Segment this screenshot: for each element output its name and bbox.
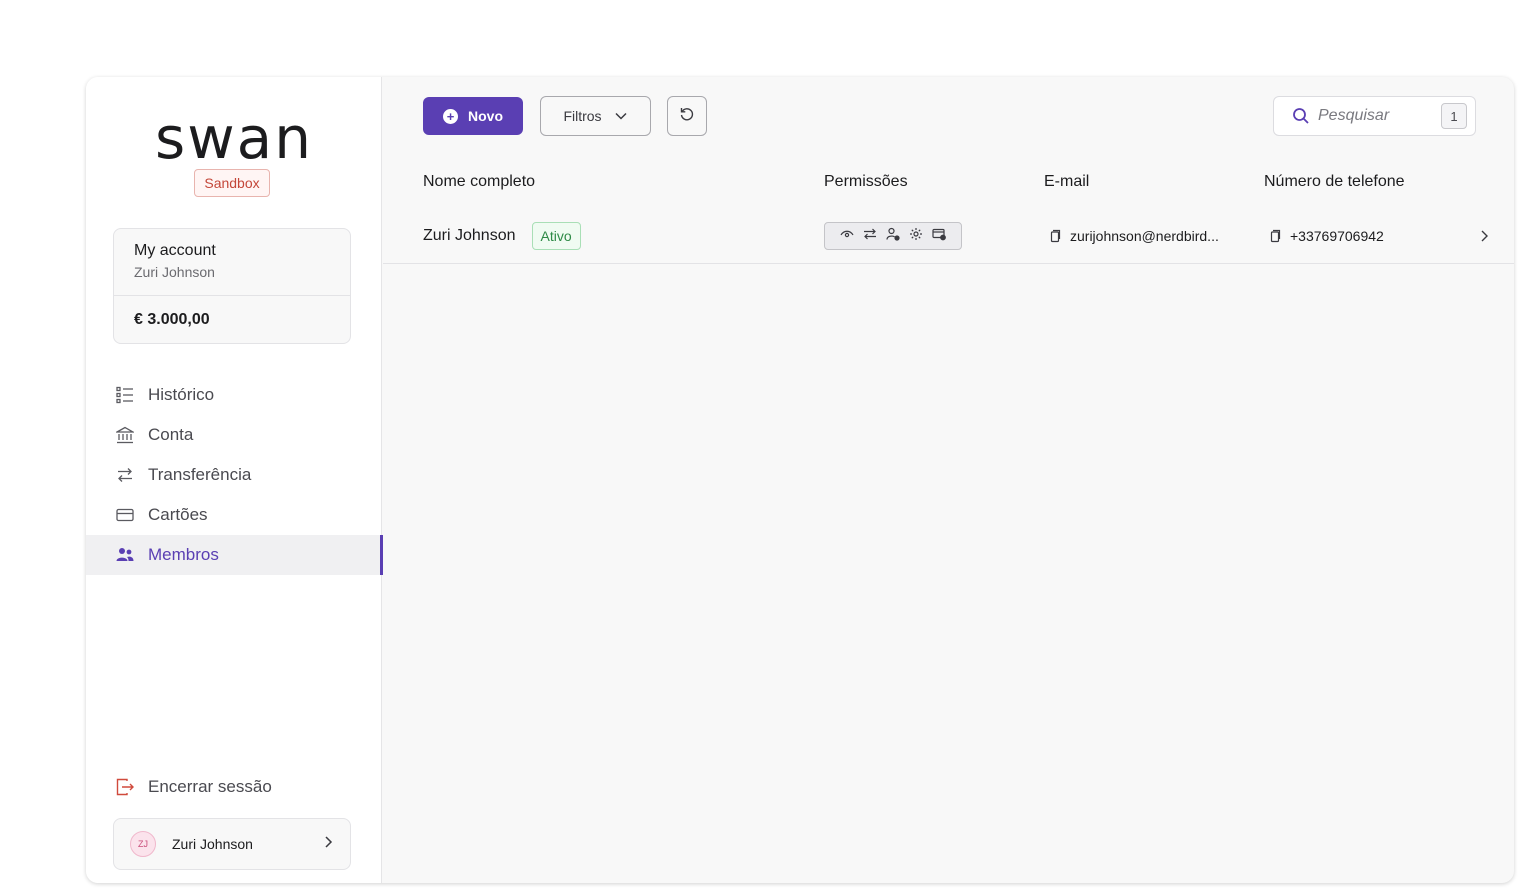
sidebar-item-label: Transferência — [148, 465, 252, 484]
user-manage-icon — [886, 227, 900, 246]
sidebar: swan Sandbox My account Zuri Johnson € 3… — [86, 77, 383, 883]
app-window: swan Sandbox My account Zuri Johnson € 3… — [86, 77, 1514, 883]
members-icon — [116, 546, 134, 564]
list-icon — [116, 386, 134, 404]
sidebar-nav: Histórico Conta Transferência Cartões Me… — [86, 375, 383, 575]
sidebar-item-label: Cartões — [148, 505, 208, 524]
card-icon — [116, 506, 134, 524]
logout-icon — [116, 778, 134, 796]
column-header-permissions: Permissões — [824, 173, 908, 190]
user-name: Zuri Johnson — [172, 836, 253, 852]
settings-icon — [909, 227, 923, 246]
card-manage-icon — [932, 227, 947, 246]
sidebar-item-cartoes[interactable]: Cartões — [86, 495, 382, 535]
transfer-icon — [863, 227, 877, 246]
copy-icon[interactable] — [1048, 229, 1062, 243]
member-name: Zuri Johnson — [423, 227, 516, 244]
sidebar-item-membros[interactable]: Membros — [86, 535, 383, 575]
account-card[interactable]: My account Zuri Johnson € 3.000,00 — [113, 228, 351, 344]
search-icon — [1292, 107, 1310, 125]
view-icon — [840, 227, 854, 246]
new-button-label: Novo — [468, 108, 503, 124]
permissions-group — [824, 222, 962, 250]
sidebar-item-label: Membros — [148, 545, 219, 564]
chevron-down-icon — [614, 108, 628, 124]
sidebar-item-label: Histórico — [148, 385, 215, 404]
sandbox-badge: Sandbox — [194, 169, 270, 197]
search-box[interactable]: 1 — [1273, 96, 1476, 136]
column-header-email: E-mail — [1044, 173, 1090, 190]
account-title: My account — [134, 242, 216, 259]
refresh-icon — [679, 106, 695, 127]
table-row[interactable]: Zuri Johnson Ativo zurijohnson@nerdbird.… — [383, 209, 1514, 264]
sidebar-item-conta[interactable]: Conta — [86, 415, 382, 455]
sidebar-item-historico[interactable]: Histórico — [86, 375, 382, 415]
copy-icon[interactable] — [1268, 229, 1282, 243]
column-header-name: Nome completo — [423, 173, 536, 190]
column-header-phone: Número de telefone — [1264, 173, 1405, 190]
bank-icon — [116, 426, 134, 444]
logout-button[interactable]: Encerrar sessão — [116, 777, 272, 797]
sidebar-item-transferencia[interactable]: Transferência — [86, 455, 382, 495]
chevron-right-icon — [322, 835, 334, 854]
permissions-cell — [824, 209, 962, 263]
user-menu[interactable]: ZJ Zuri Johnson — [113, 818, 351, 870]
logout-label: Encerrar sessão — [148, 777, 272, 796]
refresh-button[interactable] — [667, 96, 707, 136]
chevron-right-icon[interactable] — [1476, 228, 1492, 244]
search-input[interactable] — [1318, 107, 1438, 125]
account-header: My account Zuri Johnson — [114, 229, 350, 296]
main-content: + Novo Filtros 1 No — [383, 77, 1514, 883]
plus-circle-icon: + — [443, 108, 458, 124]
filters-button[interactable]: Filtros — [540, 96, 651, 136]
phone-cell[interactable]: +33769706942 — [1268, 209, 1384, 263]
sidebar-item-label: Conta — [148, 425, 194, 444]
member-email: zurijohnson@nerdbird... — [1070, 228, 1219, 244]
avatar: ZJ — [130, 831, 156, 857]
table-header: Nome completo Permissões E-mail Número d… — [383, 173, 1514, 197]
account-balance: € 3.000,00 — [134, 311, 210, 328]
logo-text: swan — [155, 104, 313, 172]
status-badge: Ativo — [531, 222, 581, 250]
search-shortcut-key: 1 — [1441, 103, 1467, 129]
transfer-arrows-icon — [116, 466, 134, 484]
member-phone: +33769706942 — [1290, 228, 1384, 244]
account-holder: Zuri Johnson — [134, 264, 215, 280]
name-cell: Zuri Johnson Ativo — [423, 209, 581, 263]
new-member-button[interactable]: + Novo — [423, 97, 523, 135]
logo: swan — [86, 107, 382, 169]
email-cell[interactable]: zurijohnson@nerdbird... — [1048, 209, 1219, 263]
filters-label: Filtros — [563, 108, 602, 124]
